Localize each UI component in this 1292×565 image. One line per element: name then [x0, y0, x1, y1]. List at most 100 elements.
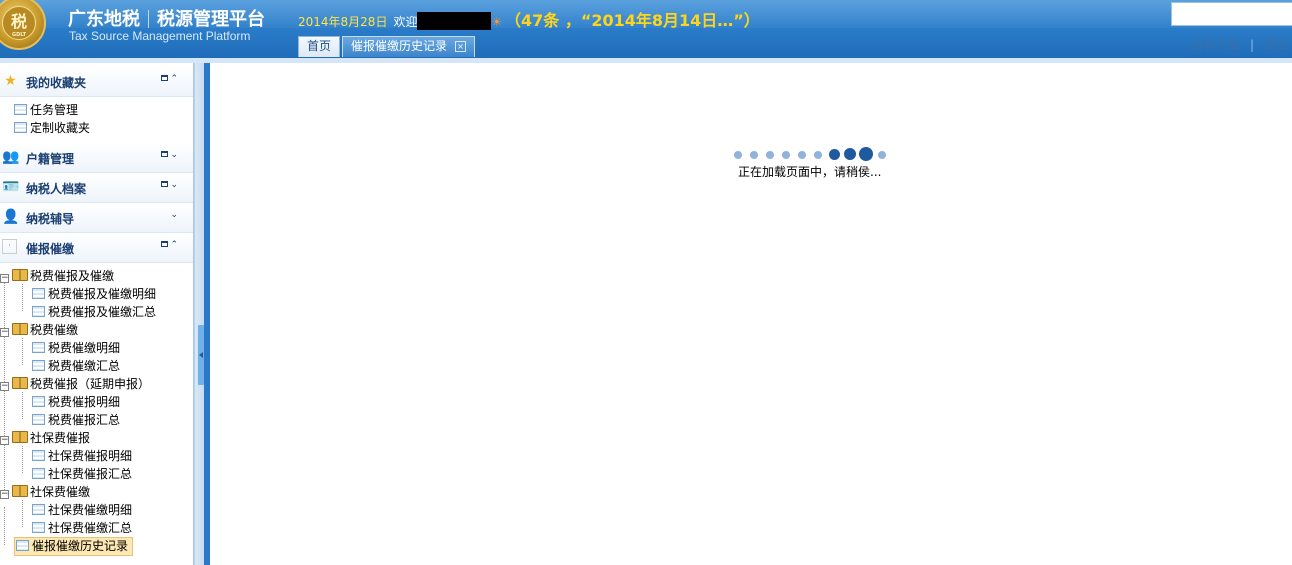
loading-dot	[734, 151, 742, 159]
logo-subtext: GDLT	[11, 32, 27, 38]
collapse-icon[interactable]: −	[0, 328, 9, 337]
book-icon	[12, 431, 28, 443]
tree-leaf[interactable]: 税费催报及催缴明细	[32, 285, 156, 303]
sidebar-section-collection[interactable]: · 催报催缴 ⌃	[0, 233, 193, 263]
tree-connector	[4, 507, 5, 545]
notice-link[interactable]: （47条 ，“2014年8月14日…”）	[505, 7, 760, 31]
tree-connector	[22, 500, 23, 527]
user-help-icon: 👤	[2, 209, 20, 225]
tree-node-social-report[interactable]: − 社保费催报	[0, 429, 90, 447]
tree-node-label: 税费催报（延期申报）	[30, 377, 151, 391]
loading-dot	[829, 149, 840, 160]
tree-leaf-label: 催报催缴历史记录	[32, 539, 129, 553]
grid-icon	[32, 288, 45, 299]
tree-node-label: 税费催缴	[30, 323, 79, 337]
expand-controls[interactable]: ⌄	[161, 150, 179, 160]
tree-leaf[interactable]: 社保费催缴明细	[32, 501, 132, 519]
tax-bureau-logo: 税 GDLT	[0, 0, 46, 50]
grid-icon	[32, 396, 45, 407]
grid-icon	[32, 504, 45, 515]
tree-node-tax-collect[interactable]: − 税费催缴	[0, 321, 78, 339]
sidebar-section-favorites[interactable]: ★ 我的收藏夹 ⌃	[0, 67, 193, 97]
grid-icon	[32, 342, 45, 353]
expand-controls[interactable]: ⌄	[170, 210, 179, 220]
tree-leaf[interactable]: 社保费催报汇总	[32, 465, 132, 483]
users-icon: 👥	[2, 149, 20, 165]
tree-leaf-label: 税费催缴汇总	[48, 359, 121, 373]
tab-history-label: 催报催缴历史记录	[351, 39, 448, 53]
header-links: 资料下载 | 退出	[1192, 36, 1288, 53]
sidebar: ★ 我的收藏夹 ⌃ 任务管理 定制收藏夹 👥 户籍管理 ⌄ 🪪 纳税人档案 ⌄ …	[0, 63, 194, 565]
collapse-controls[interactable]: ⌃	[161, 74, 179, 84]
welcome-label: 欢迎	[393, 15, 418, 29]
sidebar-item-custom-favorites[interactable]: 定制收藏夹	[14, 119, 90, 136]
grid-icon	[16, 540, 29, 551]
collapse-icon[interactable]: −	[0, 382, 9, 391]
sidebar-section-taxpayer-files[interactable]: 🪪 纳税人档案 ⌄	[0, 173, 193, 203]
loading-dot	[782, 151, 790, 159]
close-icon[interactable]: ×	[455, 41, 466, 52]
section-title: 户籍管理	[26, 152, 75, 166]
tree-leaf[interactable]: 税费催报及催缴汇总	[32, 303, 156, 321]
tree-leaf-label: 税费催报及催缴汇总	[48, 305, 157, 319]
sidebar-section-household[interactable]: 👥 户籍管理 ⌄	[0, 143, 193, 173]
tree-leaf-label: 税费催报汇总	[48, 413, 121, 427]
loading-dot	[814, 151, 822, 159]
logo-text: 税	[10, 12, 27, 31]
tree-leaf[interactable]: 社保费催报明细	[32, 447, 132, 465]
tree-node-social-collect[interactable]: − 社保费催缴	[0, 483, 90, 501]
section-title: 催报催缴	[26, 242, 75, 256]
header-search-box[interactable]	[1171, 2, 1292, 26]
tree-leaf-label: 社保费催缴明细	[48, 503, 133, 517]
logout-link[interactable]: 退出	[1264, 38, 1288, 52]
collapse-icon[interactable]: −	[0, 274, 9, 283]
loading-spinner	[733, 147, 893, 161]
sidebar-section-tax-guidance[interactable]: 👤 纳税辅导 ⌄	[0, 203, 193, 233]
tree-leaf-label: 社保费催报明细	[48, 449, 133, 463]
sidebar-item-task-management[interactable]: 任务管理	[14, 101, 78, 118]
loading-dot	[878, 151, 886, 159]
tree-node-label: 社保费催报	[30, 431, 91, 445]
tree-leaf[interactable]: 税费催缴明细	[32, 339, 120, 357]
collapse-controls[interactable]: ⌃	[161, 240, 179, 250]
expand-controls[interactable]: ⌄	[161, 180, 179, 190]
loading-dot	[766, 151, 774, 159]
tree-connector	[22, 284, 23, 311]
book-icon	[12, 377, 28, 389]
tree-leaf-history-selected[interactable]: 催报催缴历史记录	[14, 537, 134, 556]
tree-leaf-label: 税费催报及催缴明细	[48, 287, 157, 301]
section-title: 纳税辅导	[26, 212, 75, 226]
tree-leaf[interactable]: 税费催缴汇总	[32, 357, 120, 375]
system-title-part2: 税源管理平台	[157, 9, 265, 30]
tab-history-records[interactable]: 催报催缴历史记录 ×	[342, 36, 475, 57]
tree-node-label: 税费催报及催缴	[30, 269, 115, 283]
book-icon	[12, 485, 28, 497]
tree-node-tax-report-delayed[interactable]: − 税费催报（延期申报）	[0, 375, 150, 393]
collapse-icon[interactable]: −	[0, 436, 9, 445]
tree-leaf[interactable]: 税费催报明细	[32, 393, 120, 411]
top-header: 税 GDLT 广东地税 税源管理平台 Tax Source Management …	[0, 0, 1292, 60]
download-link[interactable]: 资料下载	[1192, 38, 1240, 52]
grid-icon	[32, 306, 45, 317]
tree-leaf[interactable]: 社保费催缴汇总	[32, 519, 132, 537]
redacted-username	[417, 12, 492, 30]
tree-leaf-label: 社保费催报汇总	[48, 467, 133, 481]
book-icon	[12, 269, 28, 281]
logo-emblem: 税 GDLT	[2, 6, 36, 40]
tree-connector	[22, 338, 23, 365]
loading-dot	[844, 148, 856, 160]
collapse-icon[interactable]: −	[0, 490, 9, 499]
section-title: 纳税人档案	[26, 182, 87, 196]
tree-leaf-label: 税费催报明细	[48, 395, 121, 409]
sidebar-item-label: 任务管理	[30, 103, 79, 117]
welcome-bar: 2014年8月28日 欢迎 ☀	[298, 12, 502, 30]
grid-icon	[32, 360, 45, 371]
sidebar-splitter[interactable]	[194, 63, 204, 565]
system-title-part1: 广东地税	[68, 9, 140, 30]
tree-node-tax-report-and-collect[interactable]: − 税费催报及催缴	[0, 267, 114, 285]
tree-connector	[22, 392, 23, 419]
tab-home[interactable]: 首页	[298, 36, 340, 57]
grid-icon	[32, 468, 45, 479]
tree-leaf[interactable]: 税费催报汇总	[32, 411, 120, 429]
book-icon	[12, 323, 28, 335]
